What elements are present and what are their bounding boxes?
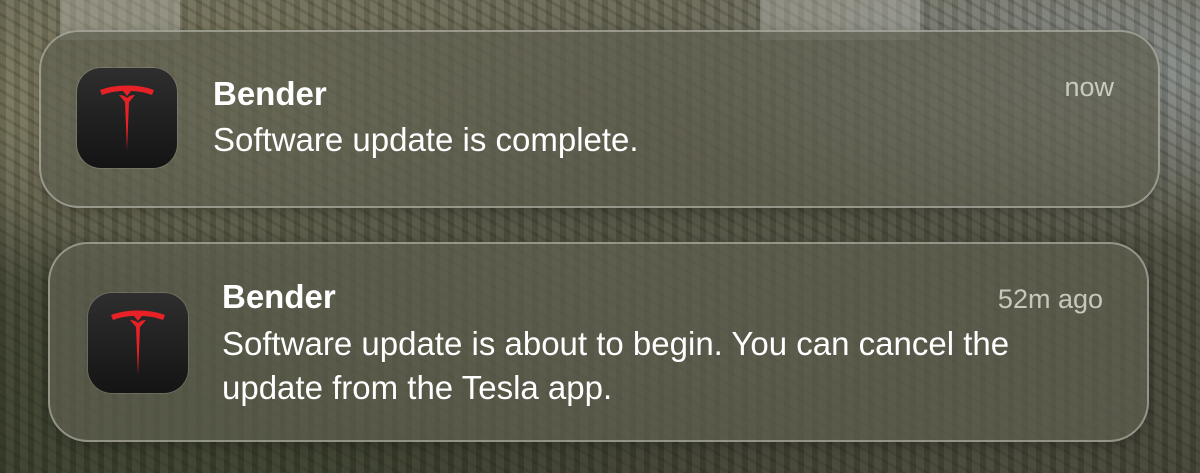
notification-time: now xyxy=(1064,72,1114,102)
notification-title: Bender xyxy=(213,75,327,112)
notification-time: 52m ago xyxy=(997,284,1103,314)
tesla-logo-icon xyxy=(100,85,154,150)
tesla-app-icon xyxy=(77,68,177,168)
notification-card[interactable]: Bender Software update is complete. now xyxy=(39,30,1160,208)
notification-card[interactable]: Bender Software update is about to begin… xyxy=(48,242,1149,442)
notification-message: Software update is about to begin. You c… xyxy=(222,325,1010,406)
notification-title: Bender xyxy=(222,278,336,315)
tesla-app-icon xyxy=(88,293,188,393)
notification-message: Software update is complete. xyxy=(213,121,639,158)
tesla-logo-icon xyxy=(111,310,165,375)
